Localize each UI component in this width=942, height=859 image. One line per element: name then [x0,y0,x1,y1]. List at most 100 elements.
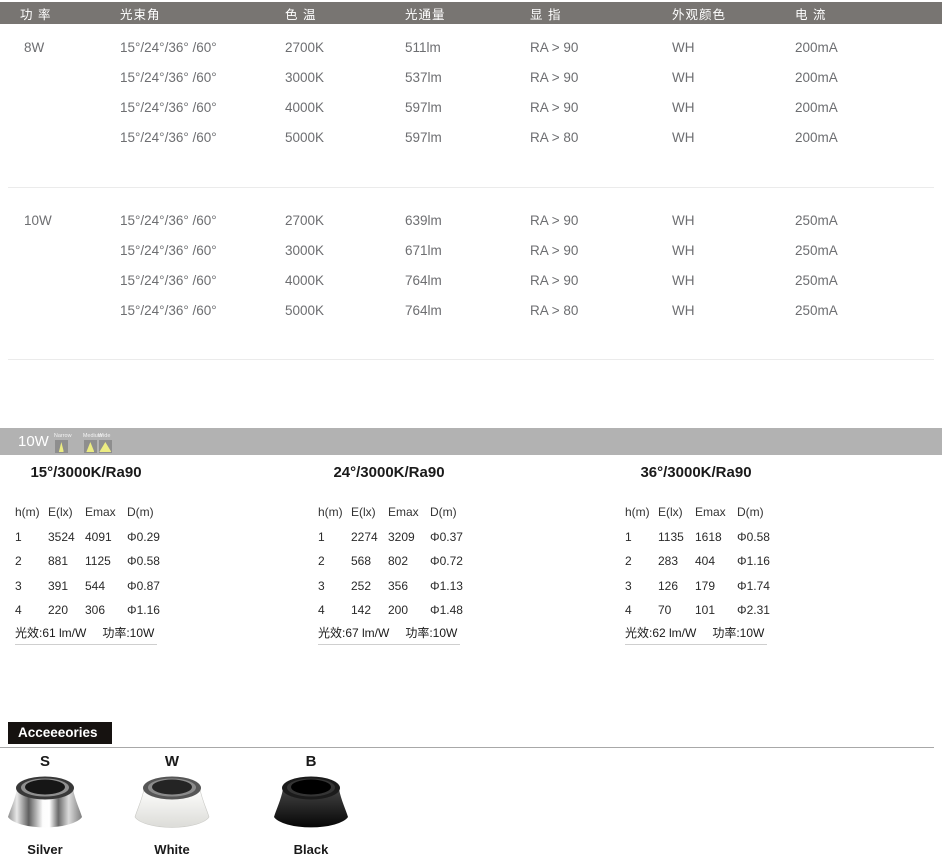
cell: 1 [318,530,351,544]
cell: 881 [48,554,85,568]
beam-cell: 15°/24°/36° /60° [120,40,285,55]
accessory-code: B [266,753,356,770]
col-header: E(lx) [351,505,388,519]
flux-cell: 537lm [405,70,530,85]
col-header: h(m) [15,505,48,519]
photometric-power-bar: 10W Narrow Medium Wide [0,428,942,455]
divider [8,187,934,188]
cell: Φ1.16 [127,603,160,617]
cell: 391 [48,579,85,593]
col-header: D(m) [430,505,463,519]
cell: 4 [15,603,48,617]
cell: Φ1.48 [430,603,463,617]
accessory-code: S [0,753,90,770]
cell: 252 [351,579,388,593]
current-cell: 250mA [795,243,942,258]
silver-ring-image [3,774,87,834]
cell: Φ0.87 [127,579,160,593]
cri-cell: RA > 90 [530,213,672,228]
beam-label: Wide [98,433,111,439]
medium-beam-icon: Medium [84,440,97,453]
cell: 283 [658,554,695,568]
table-footer: 光效:61 lm/W 功率:10W [15,625,157,645]
cell: 544 [85,579,127,593]
cri-cell: RA > 90 [530,100,672,115]
beam-label: Narrow [54,433,72,439]
beam-cell: 15°/24°/36° /60° [120,70,285,85]
efficacy-value: 光效:61 lm/W [15,624,86,641]
accessory-white: W White [127,753,217,857]
cell: 3209 [388,530,430,544]
table-row: 8W 15°/24°/36° /60° 2700K 511lm RA > 90 … [0,32,942,62]
table-footer: 光效:67 lm/W 功率:10W [318,625,460,645]
beam-cell: 15°/24°/36° /60° [120,100,285,115]
power-value: 功率:10W [405,624,457,641]
efficacy-value: 光效:67 lm/W [318,624,389,641]
column-header-power: 功 率 [20,4,120,23]
finish-cell: WH [672,213,795,228]
column-header-finish: 外观颜色 [672,4,795,23]
current-cell: 200mA [795,70,942,85]
power-value: 功率:10W [102,624,154,641]
table-footer: 光效:62 lm/W 功率:10W [625,625,767,645]
current-cell: 250mA [795,303,942,318]
cell: 101 [695,603,737,617]
finish-cell: WH [672,303,795,318]
cell: 70 [658,603,695,617]
cct-cell: 2700K [285,213,405,228]
photometric-table-15deg: 15°/3000K/Ra90 h(m) E(lx) Emax D(m) 1 35… [15,464,157,645]
finish-cell: WH [672,100,795,115]
narrow-beam-icon: Narrow [55,440,68,453]
cri-cell: RA > 90 [530,40,672,55]
cell: 802 [388,554,430,568]
table-row: 15°/24°/36° /60° 3000K 537lm RA > 90 WH … [0,62,942,92]
cell: Φ0.72 [430,554,463,568]
photometric-table-title: 24°/3000K/Ra90 [318,464,460,482]
photometric-table-36deg: 36°/3000K/Ra90 h(m) E(lx) Emax D(m) 1 11… [625,464,767,645]
col-header: D(m) [127,505,160,519]
cell: 404 [695,554,737,568]
finish-cell: WH [672,70,795,85]
cell: 4091 [85,530,127,544]
current-cell: 200mA [795,40,942,55]
col-header: E(lx) [48,505,85,519]
spec-table: 功 率 光束角 色 温 光通量 显 指 外观颜色 电 流 8W 15°/24°/… [0,2,942,360]
table-row: 15°/24°/36° /60° 3000K 671lm RA > 90 WH … [0,235,942,265]
cell: 1 [15,530,48,544]
accessory-black: B Black [266,753,356,857]
cri-cell: RA > 90 [530,70,672,85]
table-row: 15°/24°/36° /60° 4000K 764lm RA > 90 WH … [0,265,942,295]
cri-cell: RA > 90 [530,273,672,288]
cell: 306 [85,603,127,617]
beam-icons: Narrow Medium Wide [55,440,112,453]
accessories-section: Acceeeories S Silver [0,722,942,859]
cell: 1618 [695,530,737,544]
table-row: 15°/24°/36° /60° 4000K 597lm RA > 90 WH … [0,92,942,122]
black-ring-image [269,774,353,834]
cell: Φ0.29 [127,530,160,544]
current-cell: 250mA [795,213,942,228]
beam-cell: 15°/24°/36° /60° [120,303,285,318]
accessory-silver: S Silver [0,753,90,857]
column-header-cri: 显 指 [530,4,672,23]
col-header: Emax [695,505,737,519]
cell: Φ2.31 [737,603,770,617]
photometric-section: 10W Narrow Medium Wide 15°/3000K/Ra90 [0,428,942,678]
cell: 568 [351,554,388,568]
photometric-grid: h(m) E(lx) Emax D(m) 1 2274 3209 Φ0.37 2… [318,500,460,623]
divider [8,359,934,360]
beam-cell: 15°/24°/36° /60° [120,273,285,288]
wide-beam-icon: Wide [99,440,112,453]
flux-cell: 639lm [405,213,530,228]
column-header-current: 电 流 [795,4,942,23]
table-row: 15°/24°/36° /60° 5000K 764lm RA > 80 WH … [0,295,942,325]
cell: 142 [351,603,388,617]
photometric-table-title: 36°/3000K/Ra90 [625,464,767,482]
cct-cell: 5000K [285,303,405,318]
finish-cell: WH [672,273,795,288]
cell: Φ0.58 [127,554,160,568]
table-row: 15°/24°/36° /60° 5000K 597lm RA > 80 WH … [0,122,942,152]
finish-cell: WH [672,243,795,258]
cell: 1125 [85,554,127,568]
accessory-name: Silver [0,842,90,857]
